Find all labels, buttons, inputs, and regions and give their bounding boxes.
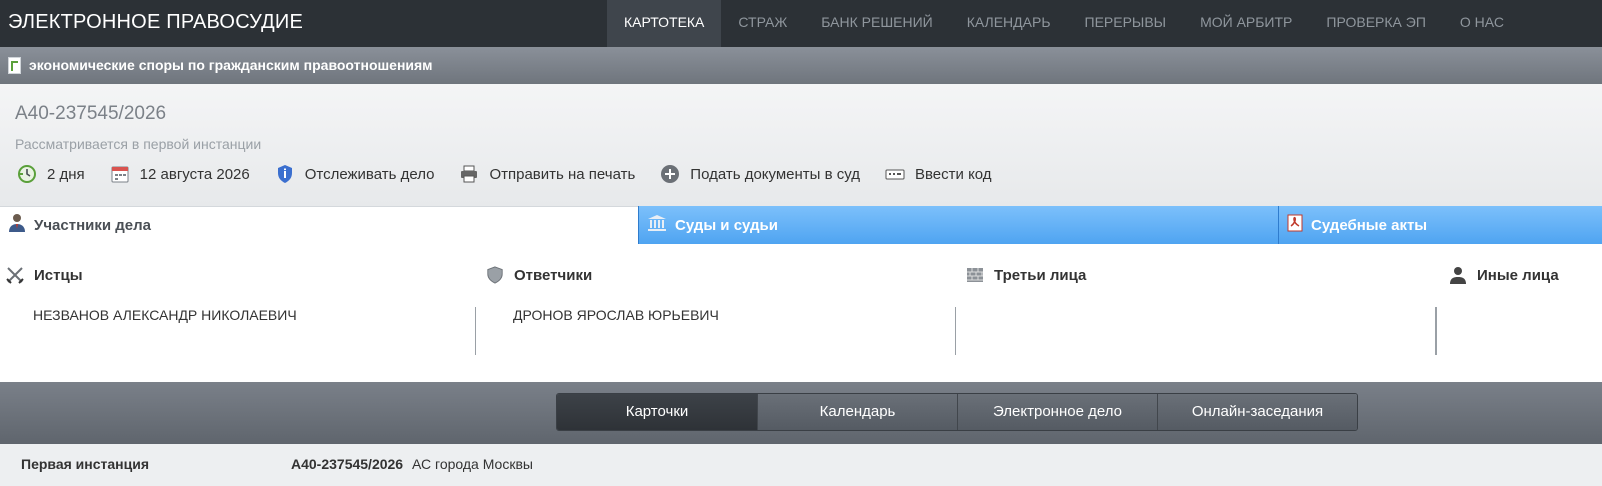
tab-electronic-case[interactable]: Электронное дело <box>957 394 1157 430</box>
case-header: А40-237545/2026 Рассматривается в первой… <box>0 84 1602 206</box>
tab-courts-judges-label: Суды и судьи <box>675 216 778 234</box>
top-navigation-bar: ЭЛЕКТРОННОЕ ПРАВОСУДИЕ КАРТОТЕКА СТРАЖ Б… <box>0 0 1602 47</box>
instance-court: АС города Москвы <box>412 456 533 472</box>
case-category-label: экономические споры по гражданским право… <box>29 57 433 73</box>
nav-item-strazh[interactable]: СТРАЖ <box>721 0 804 47</box>
track-case-label: Отслеживать дело <box>304 165 435 183</box>
participants-panel: Истцы НЕЗВАНОВ АЛЕКСАНДР НИКОЛАЕВИЧ Отве… <box>0 244 1602 382</box>
track-case-button[interactable]: Отслеживать дело <box>275 164 435 184</box>
days-counter-label: 2 дня <box>47 165 85 183</box>
plaintiffs-list: НЕЗВАНОВ АЛЕКСАНДР НИКОЛАЕВИЧ <box>0 307 476 355</box>
tab-online-hearings[interactable]: Онлайн-заседания <box>1157 394 1357 430</box>
main-nav: КАРТОТЕКА СТРАЖ БАНК РЕШЕНИЙ КАЛЕНДАРЬ П… <box>607 0 1521 47</box>
person-icon <box>8 213 26 238</box>
tab-participants-label: Участники дела <box>34 217 151 234</box>
courthouse-icon <box>647 214 667 237</box>
instance-case-number: А40-237545/2026 <box>291 456 404 472</box>
other-parties-column: Иные лица <box>1436 244 1602 382</box>
nav-item-bank-resheniy[interactable]: БАНК РЕШЕНИЙ <box>804 0 949 47</box>
shield-track-icon <box>275 164 295 184</box>
defendants-label: Ответчики <box>514 266 593 284</box>
calendar-icon <box>110 164 130 184</box>
case-category-bar: экономические споры по гражданским право… <box>0 47 1602 84</box>
submit-documents-button[interactable]: Подать документы в суд <box>660 164 860 184</box>
crossed-swords-icon <box>6 266 24 284</box>
tab-court-acts-label: Судебные акты <box>1311 216 1428 234</box>
nav-item-calendar[interactable]: КАЛЕНДАРЬ <box>950 0 1068 47</box>
printer-icon <box>459 164 479 184</box>
brand-logo-text[interactable]: ЭЛЕКТРОННОЕ ПРАВОСУДИЕ <box>8 11 303 34</box>
defendants-header: Ответчики <box>486 266 592 284</box>
nav-item-moy-arbitr[interactable]: МОЙ АРБИТР <box>1183 0 1309 47</box>
nav-item-check-ep[interactable]: ПРОВЕРКА ЭП <box>1309 0 1443 47</box>
plaintiffs-label: Истцы <box>34 266 83 284</box>
other-parties-list <box>1436 307 1602 355</box>
days-counter: 2 дня <box>17 164 85 184</box>
tab-participants[interactable]: Участники дела <box>0 206 638 244</box>
third-parties-label: Третьи лица <box>994 266 1087 284</box>
tab-court-acts[interactable]: Судебные акты <box>1278 206 1602 244</box>
view-tabs: Карточки Календарь Электронное дело Онла… <box>556 393 1358 431</box>
view-toolbar: Карточки Календарь Электронное дело Онла… <box>0 382 1602 444</box>
other-parties-header: Иные лица <box>1449 266 1559 284</box>
enter-code-label: Ввести код <box>915 165 992 183</box>
hearing-date-label: 12 августа 2026 <box>139 165 250 183</box>
case-status: Рассматривается в первой инстанции <box>15 136 262 152</box>
plus-circle-icon <box>660 164 680 184</box>
hearing-date[interactable]: 12 августа 2026 <box>110 164 250 184</box>
defendants-list: ДРОНОВ ЯРОСЛАВ ЮРЬЕВИЧ <box>480 307 956 355</box>
nav-item-breaks[interactable]: ПЕРЕРЫВЫ <box>1068 0 1184 47</box>
enter-code-button[interactable]: Ввести код <box>885 164 992 184</box>
tab-courts-judges[interactable]: Суды и судьи <box>638 206 1278 244</box>
instance-label: Первая инстанция <box>21 456 149 472</box>
tab-cards[interactable]: Карточки <box>557 394 757 430</box>
third-parties-column: Третьи лица <box>960 244 1440 382</box>
user-icon <box>1449 266 1467 284</box>
nav-item-about[interactable]: О НАС <box>1443 0 1521 47</box>
clock-icon <box>17 164 37 184</box>
third-parties-header: Третьи лица <box>966 266 1086 284</box>
nav-item-kartoteka[interactable]: КАРТОТЕКА <box>607 0 722 47</box>
print-label: Отправить на печать <box>489 165 636 183</box>
plaintiffs-column: Истцы НЕЗВАНОВ АЛЕКСАНДР НИКОЛАЕВИЧ <box>0 244 480 382</box>
list-item[interactable]: ДРОНОВ ЯРОСЛАВ ЮРЬЕВИЧ <box>513 307 719 323</box>
pdf-icon <box>1287 214 1303 237</box>
shield-icon <box>486 266 504 284</box>
keyboard-icon <box>885 164 905 184</box>
third-parties-list <box>960 307 1436 355</box>
defendants-column: Ответчики ДРОНОВ ЯРОСЛАВ ЮРЬЕВИЧ <box>480 244 960 382</box>
wall-icon <box>966 266 984 284</box>
tab-calendar[interactable]: Календарь <box>757 394 957 430</box>
print-button[interactable]: Отправить на печать <box>459 164 635 184</box>
other-parties-label: Иные лица <box>1477 266 1559 284</box>
submit-documents-label: Подать документы в суд <box>690 165 860 183</box>
instance-case-info[interactable]: А40-237545/2026 АС города Москвы <box>291 456 533 472</box>
plaintiffs-header: Истцы <box>6 266 83 284</box>
case-number: А40-237545/2026 <box>15 103 167 124</box>
document-icon <box>8 57 21 74</box>
list-item[interactable]: НЕЗВАНОВ АЛЕКСАНДР НИКОЛАЕВИЧ <box>33 307 297 323</box>
instance-row: Первая инстанция А40-237545/2026 АС горо… <box>0 444 1602 486</box>
case-tabs: Участники дела Суды и судьи Судебные акт… <box>0 206 1602 244</box>
case-actions: 2 дня 12 августа 2026 Отслеживать дело О… <box>17 163 1017 185</box>
